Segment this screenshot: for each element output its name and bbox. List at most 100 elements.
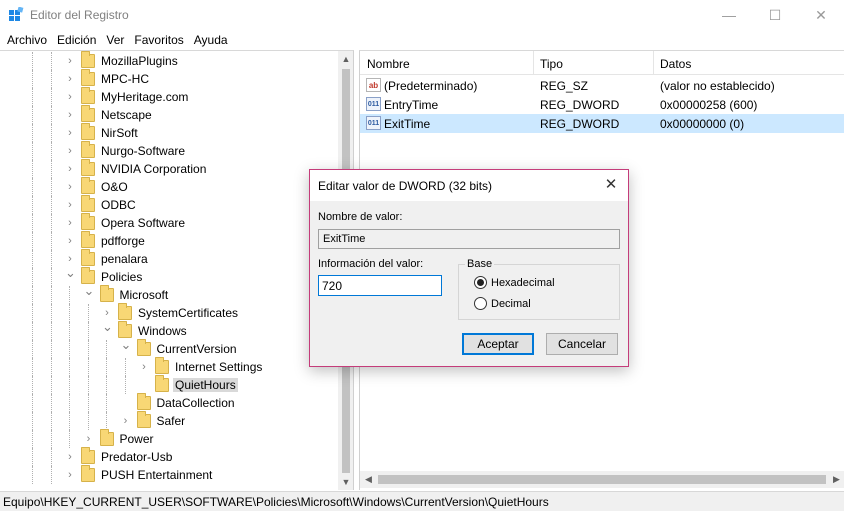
tree-item[interactable]: ⌄ Policies — [0, 266, 338, 286]
tree-item-label[interactable]: MPC-HC — [99, 72, 151, 86]
tree-item[interactable]: › penalara — [0, 249, 338, 268]
chevron-right-icon[interactable]: › — [65, 110, 75, 121]
tree-item[interactable]: QuietHours — [0, 375, 338, 394]
chevron-right-icon[interactable]: › — [65, 92, 75, 103]
tree-item[interactable]: › PUSH Entertainment — [0, 465, 338, 484]
tree-item[interactable]: › Netscape — [0, 105, 338, 124]
tree-item-label[interactable]: Safer — [155, 414, 188, 428]
tree-item[interactable]: › Nurgo-Software — [0, 141, 338, 160]
chevron-right-icon[interactable]: › — [65, 74, 75, 85]
scroll-left-arrow-icon[interactable]: ◀ — [360, 471, 377, 488]
scroll-down-arrow-icon[interactable]: ▼ — [338, 474, 353, 490]
scroll-right-arrow-icon[interactable]: ▶ — [828, 471, 844, 488]
tree-item[interactable]: › Safer — [0, 411, 338, 430]
column-header-datos[interactable]: Datos — [660, 57, 691, 71]
chevron-right-icon[interactable]: › — [65, 470, 75, 481]
tree-item-label[interactable]: MozillaPlugins — [99, 54, 180, 68]
tree-item-label[interactable]: Power — [118, 432, 156, 446]
tree-item-label[interactable]: Policies — [99, 270, 144, 284]
chevron-right-icon[interactable]: › — [65, 164, 75, 175]
chevron-down-icon[interactable]: ⌄ — [121, 338, 132, 351]
tree-item[interactable]: › Opera Software — [0, 213, 338, 232]
value-row[interactable]: 011 EntryTime REG_DWORD 0x00000258 (600) — [360, 95, 844, 114]
value-data-input[interactable] — [318, 275, 442, 296]
chevron-right-icon[interactable]: › — [65, 236, 75, 247]
tree-item-label[interactable]: PUSH Entertainment — [99, 468, 214, 482]
value-row[interactable]: 011 ExitTime REG_DWORD 0x00000000 (0) — [360, 114, 844, 133]
menu-ayuda[interactable]: Ayuda — [189, 30, 233, 50]
maximize-button[interactable]: ☐ — [752, 0, 798, 30]
tree-item-label[interactable]: Opera Software — [99, 216, 187, 230]
tree-item-label[interactable]: QuietHours — [173, 378, 238, 392]
menu-archivo[interactable]: Archivo — [2, 30, 52, 50]
cancel-button[interactable]: Cancelar — [546, 333, 618, 355]
tree-item[interactable]: › NVIDIA Corporation — [0, 159, 338, 178]
tree-item[interactable]: › NirSoft — [0, 123, 338, 142]
tree-item[interactable]: ⌄ Windows — [0, 320, 338, 340]
menu-edicion[interactable]: Edición — [52, 30, 101, 50]
chevron-down-icon[interactable]: ⌄ — [65, 266, 76, 279]
chevron-right-icon[interactable]: › — [65, 182, 75, 193]
tree-item-label[interactable]: NirSoft — [99, 126, 140, 140]
tree-item[interactable]: DataCollection — [0, 393, 338, 412]
accept-button[interactable]: Aceptar — [462, 333, 534, 355]
chevron-right-icon[interactable]: › — [65, 452, 75, 463]
chevron-right-icon[interactable]: › — [65, 254, 75, 265]
values-horizontal-scrollbar[interactable]: ◀ ▶ — [360, 471, 844, 488]
tree-item-label[interactable]: CurrentVersion — [155, 342, 239, 356]
tree-item[interactable]: › Predator-Usb — [0, 447, 338, 466]
tree-item[interactable]: › MyHeritage.com — [0, 87, 338, 106]
chevron-right-icon[interactable]: › — [102, 308, 112, 319]
tree-item[interactable]: › O&O — [0, 177, 338, 196]
tree-item-label[interactable]: MyHeritage.com — [99, 90, 190, 104]
close-button[interactable]: ✕ — [798, 0, 844, 30]
tree-item-label[interactable]: Nurgo-Software — [99, 144, 187, 158]
chevron-right-icon[interactable]: › — [65, 128, 75, 139]
tree-item-label[interactable]: DataCollection — [155, 396, 237, 410]
tree-item-label[interactable]: Netscape — [99, 108, 154, 122]
column-separator[interactable] — [653, 51, 654, 75]
dialog-close-icon[interactable]: ✕ — [600, 175, 622, 195]
hexadecimal-radio-label[interactable]: Hexadecimal — [491, 277, 555, 289]
tree-item[interactable]: ⌄ CurrentVersion — [0, 338, 338, 358]
tree-item[interactable]: › Internet Settings — [0, 357, 338, 376]
scroll-up-arrow-icon[interactable]: ▲ — [338, 51, 353, 68]
tree-item-label[interactable]: Microsoft — [118, 288, 171, 302]
decimal-radio-label[interactable]: Decimal — [491, 298, 531, 310]
scrollbar-thumb[interactable] — [378, 475, 826, 484]
tree-item-label[interactable]: penalara — [99, 252, 150, 266]
tree-item[interactable]: › pdfforge — [0, 231, 338, 250]
minimize-button[interactable]: — — [706, 0, 752, 30]
tree-item[interactable]: › MPC-HC — [0, 69, 338, 88]
tree-item[interactable]: › MozillaPlugins — [0, 51, 338, 70]
tree-item[interactable]: › ODBC — [0, 195, 338, 214]
tree-item[interactable]: › SystemCertificates — [0, 303, 338, 322]
chevron-right-icon[interactable]: › — [65, 200, 75, 211]
value-row[interactable]: ab (Predeterminado) REG_SZ (valor no establ… — [360, 76, 844, 95]
tree-item-label[interactable]: Internet Settings — [173, 360, 264, 374]
hexadecimal-radio[interactable] — [474, 276, 487, 289]
chevron-down-icon[interactable]: ⌄ — [102, 320, 113, 333]
tree-item-label[interactable]: O&O — [99, 180, 130, 194]
chevron-right-icon[interactable]: › — [65, 146, 75, 157]
column-header-nombre[interactable]: Nombre — [367, 57, 410, 71]
column-separator[interactable] — [533, 51, 534, 75]
column-header-tipo[interactable]: Tipo — [540, 57, 563, 71]
decimal-radio[interactable] — [474, 297, 487, 310]
chevron-right-icon[interactable]: › — [65, 218, 75, 229]
chevron-right-icon[interactable]: › — [121, 416, 131, 427]
tree-item-label[interactable]: SystemCertificates — [136, 306, 240, 320]
chevron-right-icon[interactable]: › — [139, 362, 149, 373]
tree-item[interactable]: › Power — [0, 429, 338, 448]
tree-item-label[interactable]: Predator-Usb — [99, 450, 174, 464]
chevron-down-icon[interactable]: ⌄ — [84, 284, 95, 297]
chevron-right-icon[interactable]: › — [65, 56, 75, 67]
chevron-right-icon[interactable]: › — [84, 434, 94, 445]
tree-item-label[interactable]: Windows — [136, 324, 189, 338]
tree-item-label[interactable]: NVIDIA Corporation — [99, 162, 208, 176]
tree-item-label[interactable]: ODBC — [99, 198, 138, 212]
tree-item-label[interactable]: pdfforge — [99, 234, 147, 248]
menu-favoritos[interactable]: Favoritos — [129, 30, 188, 50]
tree-item[interactable]: ⌄ Microsoft — [0, 284, 338, 304]
menu-ver[interactable]: Ver — [101, 30, 129, 50]
